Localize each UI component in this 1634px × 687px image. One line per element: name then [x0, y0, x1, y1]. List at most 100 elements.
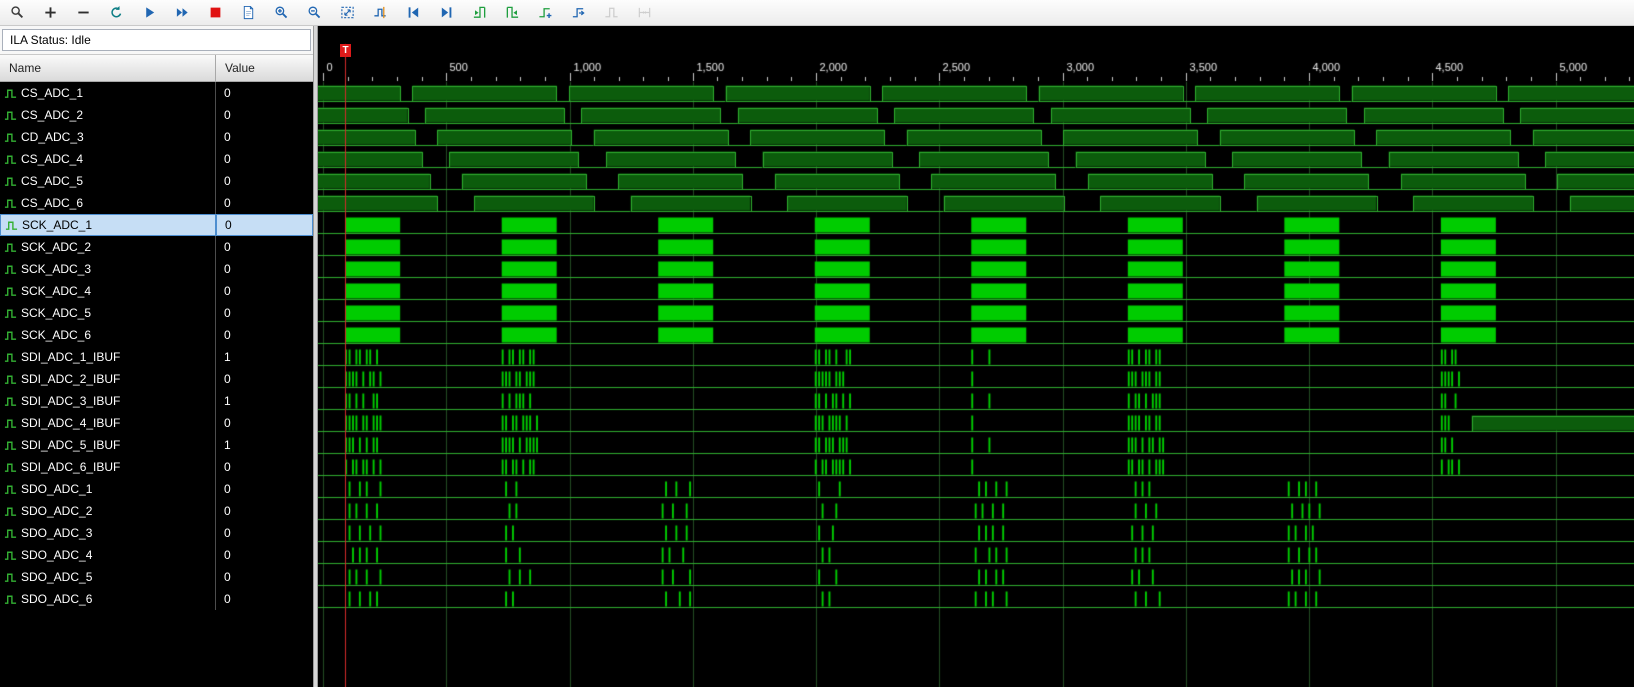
zoom-fit-button[interactable]	[335, 2, 359, 24]
signal-name-cell[interactable]: SDI_ADC_4_IBUF	[0, 412, 216, 434]
edgelink-icon	[637, 5, 652, 20]
signal-name-cell[interactable]: SDI_ADC_5_IBUF	[0, 434, 216, 456]
signal-value-cell[interactable]: 0	[216, 412, 313, 434]
signal-name: SDI_ADC_5_IBUF	[21, 438, 121, 452]
signal-name: CS_ADC_1	[21, 86, 84, 100]
swap-marker-button	[599, 2, 623, 24]
edgegoto-icon	[571, 5, 586, 20]
signal-name-cell[interactable]: CS_ADC_4	[0, 148, 216, 170]
signal-value-cell[interactable]: 1	[216, 434, 313, 456]
zoom-selection-button[interactable]	[368, 2, 392, 24]
signal-value-cell[interactable]: 0	[216, 478, 313, 500]
run-trigger-button[interactable]	[137, 2, 161, 24]
signal-value-cell[interactable]: 1	[216, 346, 313, 368]
fastforward-icon	[175, 5, 190, 20]
signal-name-cell[interactable]: SCK_ADC_1	[0, 214, 216, 236]
column-header-value[interactable]: Value	[216, 55, 313, 81]
signal-name: SDI_ADC_1_IBUF	[21, 350, 121, 364]
zoomsel-icon	[373, 5, 388, 20]
signal-bit-icon	[4, 329, 21, 342]
signal-value-cell[interactable]: 1	[216, 390, 313, 412]
signal-name-cell[interactable]: CS_ADC_2	[0, 104, 216, 126]
signal-value-cell[interactable]: 0	[216, 302, 313, 324]
run-all-button[interactable]	[170, 2, 194, 24]
signal-value-cell[interactable]: 0	[216, 126, 313, 148]
signal-name-cell[interactable]: SCK_ADC_3	[0, 258, 216, 280]
signal-row: SDI_ADC_5_IBUF 1	[0, 434, 313, 456]
signal-name: SDI_ADC_4_IBUF	[21, 416, 121, 430]
signal-name-cell[interactable]: SDO_ADC_3	[0, 522, 216, 544]
signal-name-cell[interactable]: SDI_ADC_1_IBUF	[0, 346, 216, 368]
signal-value-cell[interactable]: 0	[216, 456, 313, 478]
signal-bit-icon	[4, 527, 21, 540]
signal-name-cell[interactable]: CS_ADC_1	[0, 82, 216, 104]
signal-name-cell[interactable]: SCK_ADC_5	[0, 302, 216, 324]
edgegray-icon	[604, 5, 619, 20]
signal-value-cell[interactable]: 0	[216, 368, 313, 390]
goto-end-button[interactable]	[434, 2, 458, 24]
signal-bit-icon	[4, 461, 21, 474]
signal-name-cell[interactable]: SDO_ADC_5	[0, 566, 216, 588]
signal-bit-icon	[4, 307, 21, 320]
ila-waveform-window: ILA Status: Idle Name Value CS_ADC_1 0 CS_…	[0, 0, 1634, 687]
signal-value-cell[interactable]: 0	[216, 544, 313, 566]
signal-value-cell[interactable]: 0	[216, 82, 313, 104]
next-transition-button[interactable]	[500, 2, 524, 24]
signal-row: SCK_ADC_1 0	[0, 214, 313, 236]
signal-name-cell[interactable]: CS_ADC_5	[0, 170, 216, 192]
ila-status-value: Idle	[71, 33, 91, 47]
prev-transition-button[interactable]	[467, 2, 491, 24]
signal-value-cell[interactable]: 0	[216, 280, 313, 302]
column-header-name[interactable]: Name	[0, 55, 216, 81]
signal-value-cell[interactable]: 0	[216, 236, 313, 258]
signal-name-cell[interactable]: CD_ADC_3	[0, 126, 216, 148]
signal-name-cell[interactable]: SCK_ADC_4	[0, 280, 216, 302]
signal-value-cell[interactable]: 0	[216, 148, 313, 170]
signal-value-cell[interactable]: 0	[216, 566, 313, 588]
signal-bit-icon	[4, 87, 21, 100]
signal-name-cell[interactable]: SDI_ADC_3_IBUF	[0, 390, 216, 412]
zoomout-icon	[307, 5, 322, 20]
signal-value-cell[interactable]: 0	[216, 104, 313, 126]
add-button[interactable]	[38, 2, 62, 24]
signal-value-cell[interactable]: 0	[216, 522, 313, 544]
signal-row: SCK_ADC_2 0	[0, 236, 313, 258]
play-icon	[142, 5, 157, 20]
signal-name: SDO_ADC_4	[21, 548, 93, 562]
edgeprev-icon	[472, 5, 487, 20]
signal-value-cell[interactable]: 0	[216, 214, 313, 236]
signal-value-cell[interactable]: 0	[216, 324, 313, 346]
waveform-canvas[interactable]	[318, 26, 1634, 687]
signal-name-cell[interactable]: SDI_ADC_2_IBUF	[0, 368, 216, 390]
signal-name-cell[interactable]: SDO_ADC_1	[0, 478, 216, 500]
signal-name-cell[interactable]: SCK_ADC_2	[0, 236, 216, 258]
signal-name-cell[interactable]: SDO_ADC_2	[0, 500, 216, 522]
signal-value-cell[interactable]: 0	[216, 258, 313, 280]
signal-bit-icon	[4, 439, 21, 452]
zoom-select-button[interactable]	[5, 2, 29, 24]
signal-value-cell[interactable]: 0	[216, 500, 313, 522]
signal-row: SCK_ADC_5 0	[0, 302, 313, 324]
signal-value-cell[interactable]: 0	[216, 170, 313, 192]
signal-name-cell[interactable]: SCK_ADC_6	[0, 324, 216, 346]
signal-name-cell[interactable]: SDO_ADC_4	[0, 544, 216, 566]
stop-trigger-button[interactable]	[203, 2, 227, 24]
signal-bit-icon	[4, 395, 21, 408]
add-marker-button[interactable]	[533, 2, 557, 24]
document-icon	[241, 5, 256, 20]
signal-name-cell[interactable]: SDO_ADC_6	[0, 588, 216, 610]
zoom-out-button[interactable]	[302, 2, 326, 24]
signal-value-cell[interactable]: 0	[216, 588, 313, 610]
signal-value-cell[interactable]: 0	[216, 192, 313, 214]
signal-name-cell[interactable]: CS_ADC_6	[0, 192, 216, 214]
signal-bit-icon	[4, 351, 21, 364]
export-data-button[interactable]	[236, 2, 260, 24]
rearm-trigger-button[interactable]	[104, 2, 128, 24]
remove-button[interactable]	[71, 2, 95, 24]
trigger-marker[interactable]: T	[340, 44, 351, 57]
zoom-in-button[interactable]	[269, 2, 293, 24]
goto-transition-button[interactable]	[566, 2, 590, 24]
minus-icon	[76, 5, 91, 20]
signal-name-cell[interactable]: SDI_ADC_6_IBUF	[0, 456, 216, 478]
goto-start-button[interactable]	[401, 2, 425, 24]
